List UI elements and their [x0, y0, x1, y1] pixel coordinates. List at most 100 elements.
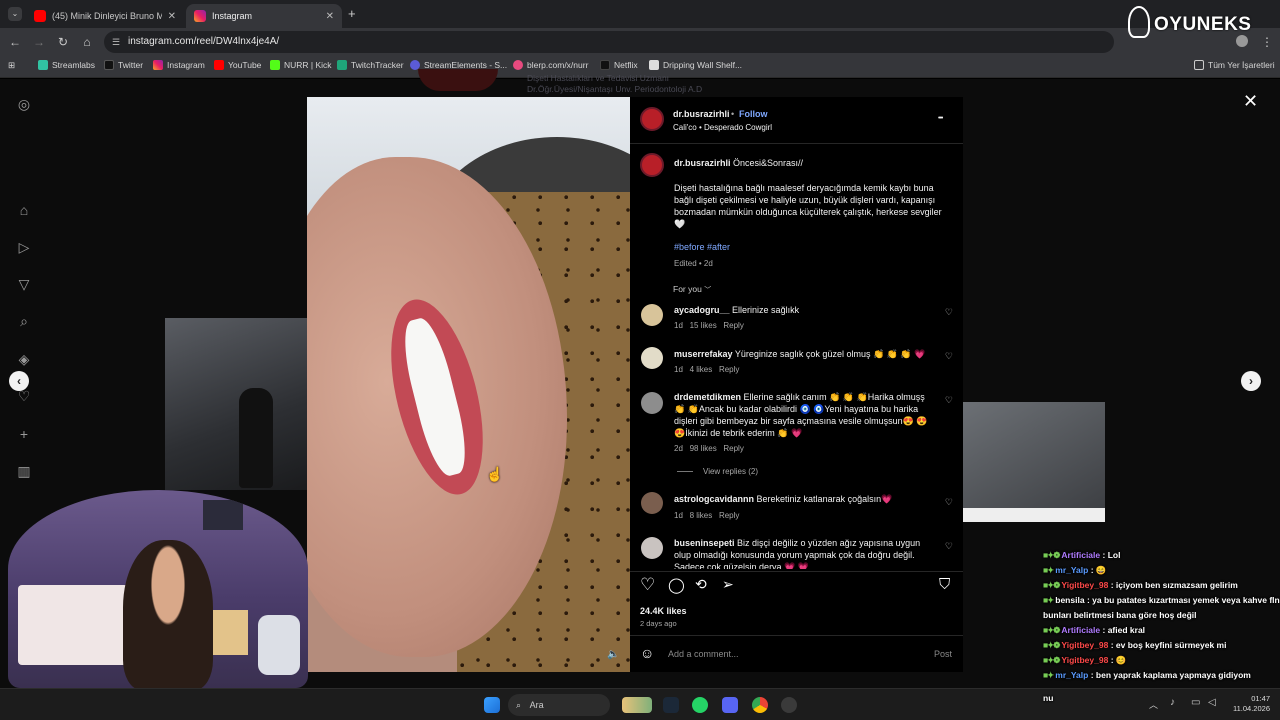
adjacent-reel-thumbnail[interactable] [165, 318, 307, 490]
back-icon[interactable]: ← [8, 35, 22, 49]
steam-icon[interactable] [663, 697, 679, 713]
close-icon[interactable]: ✕ [168, 11, 176, 22]
comment-avatar[interactable] [641, 492, 663, 514]
chat-username: Yigitbey_98 [1061, 640, 1109, 650]
save-bookmark-icon[interactable]: ⛉ [939, 576, 950, 593]
tab-instagram[interactable]: Instagram ✕ [186, 4, 342, 28]
windows-start-icon[interactable] [484, 697, 500, 713]
like-comment-icon[interactable]: ♡ [945, 395, 953, 406]
close-icon[interactable]: ✕ [1243, 91, 1258, 112]
mute-icon[interactable]: 🔈 [607, 649, 619, 660]
next-reel-button[interactable]: › [1241, 371, 1261, 391]
create-icon[interactable]: + [16, 426, 32, 442]
bookmark-netflix[interactable]: Netflix [600, 60, 638, 70]
audio-track[interactable]: Cali'co • Desperado Cowgirl [673, 122, 772, 134]
bookmark-label: Streamlabs [52, 60, 95, 70]
post-comment-button[interactable]: Post [934, 648, 952, 660]
reload-icon[interactable]: ↻ [56, 35, 70, 49]
tray-chevron-icon[interactable]: ︿ [1149, 698, 1158, 711]
like-comment-icon[interactable]: ♡ [945, 351, 953, 362]
emoji-icon[interactable]: ☺ [640, 645, 654, 661]
whatsapp-icon[interactable] [692, 697, 708, 713]
reply-button[interactable]: Reply [723, 321, 743, 330]
like-comment-icon[interactable]: ♡ [945, 307, 953, 318]
bookmark-blerp[interactable]: blerp.com/x/nurr [513, 60, 588, 70]
author-avatar[interactable] [640, 153, 664, 177]
share-icon[interactable]: ➢ [722, 576, 734, 593]
view-replies-button[interactable]: View replies (2) [677, 467, 758, 476]
new-tab-button[interactable]: + [348, 6, 356, 21]
apps-grid-icon[interactable]: ⊞ [8, 60, 15, 71]
bookmark-twitter[interactable]: Twitter [104, 60, 143, 70]
like-icon[interactable]: ♡ [640, 575, 655, 595]
author-avatar[interactable] [640, 107, 664, 131]
comment-likes[interactable]: 98 likes [690, 444, 717, 453]
previous-reel-button[interactable]: ‹ [9, 371, 29, 391]
like-comment-icon[interactable]: ♡ [945, 497, 953, 508]
comment-username[interactable]: astrologcavidannn [674, 494, 754, 504]
clock[interactable]: 01:47 11.04.2026 [1228, 694, 1270, 714]
instagram-logo-icon[interactable]: ◎ [16, 96, 32, 112]
reply-button[interactable]: Reply [723, 444, 743, 453]
author-username[interactable]: dr.busrazirhli [673, 108, 730, 120]
chat-username: bensila [1055, 595, 1085, 605]
reels-icon[interactable]: ▷ [16, 239, 32, 255]
more-options-icon[interactable]: ••• [938, 113, 943, 125]
address-bar[interactable]: ☰ instagram.com/reel/DW4lnx4je4A/ [104, 31, 1114, 53]
hashtags-link[interactable]: #before #after [674, 241, 730, 253]
obs-icon[interactable] [781, 697, 797, 713]
bookmark-shelf[interactable]: Dripping Wall Shelf... [649, 60, 742, 70]
comment-username[interactable]: buseninsepeti [674, 538, 735, 548]
explore-icon[interactable]: ◈ [16, 351, 32, 367]
bookmark-youtube[interactable]: YouTube [214, 60, 261, 70]
search-icon[interactable]: ⌕ [16, 313, 32, 329]
caption-username[interactable]: dr.busrazirhli [674, 158, 731, 168]
chat-text: : ben yaprak kaplama yapmaya gidiyom [1090, 670, 1251, 680]
filter-icon[interactable]: ▽ [16, 276, 32, 292]
microphone-icon[interactable]: ♪ [1170, 697, 1175, 708]
close-icon[interactable]: ✕ [326, 11, 334, 22]
all-bookmarks[interactable]: Tüm Yer İşaretleri [1194, 60, 1275, 70]
instagram-icon [153, 60, 163, 70]
network-icon[interactable]: ▭ [1191, 697, 1200, 708]
comment-avatar[interactable] [641, 304, 663, 326]
repost-icon[interactable]: ⟲ [695, 576, 707, 593]
comment-icon[interactable]: ◯ [668, 576, 685, 594]
comment-avatar[interactable] [641, 537, 663, 559]
add-comment-input[interactable]: Add a comment... [668, 648, 739, 660]
follow-button[interactable]: Follow [739, 108, 768, 120]
reel-video[interactable]: 🔈 [307, 97, 630, 672]
taskbar-widget-icon[interactable] [622, 697, 652, 713]
adjacent-reel-thumbnail[interactable] [963, 402, 1105, 522]
chat-message: nu [1043, 691, 1053, 706]
menu-kebab-icon[interactable]: ⋮ [1260, 35, 1274, 49]
reply-button[interactable]: Reply [719, 365, 739, 374]
chrome-icon[interactable] [752, 697, 768, 713]
discord-icon[interactable] [722, 697, 738, 713]
comment-avatar[interactable] [641, 392, 663, 414]
bookmark-kick[interactable]: NURR | Kick [270, 60, 332, 70]
bookmark-streamlabs[interactable]: Streamlabs [38, 60, 95, 70]
comment-username[interactable]: drdemetdikmen [674, 392, 741, 402]
dashboard-icon[interactable]: ▥ [16, 463, 32, 479]
taskbar-search[interactable]: ⌕ Ara [508, 694, 610, 716]
comment-likes[interactable]: 15 likes [690, 321, 717, 330]
bookmark-instagram[interactable]: Instagram [153, 60, 205, 70]
home-icon[interactable]: ⌂ [80, 35, 94, 49]
likes-count[interactable]: 24.4K likes [640, 605, 687, 617]
tab-search-icon[interactable]: ⌄ [8, 7, 22, 21]
comment-avatar[interactable] [641, 347, 663, 369]
site-info-icon[interactable]: ☰ [112, 31, 120, 53]
forward-icon[interactable]: → [32, 35, 46, 49]
bookmark-twitchtracker[interactable]: TwitchTracker [337, 60, 404, 70]
home-icon[interactable]: ⌂ [16, 202, 32, 218]
volume-icon[interactable]: ◁ [1208, 697, 1216, 708]
for-you-filter[interactable]: For you ﹀ [673, 283, 711, 297]
like-comment-icon[interactable]: ♡ [945, 541, 953, 552]
reply-button[interactable]: Reply [719, 511, 739, 520]
comment-likes[interactable]: 4 likes [690, 365, 713, 374]
tab-youtube[interactable]: (45) Minik Dinleyici Bruno Mars ✕ [26, 4, 184, 28]
comment-likes[interactable]: 8 likes [690, 511, 713, 520]
comment-username[interactable]: aycadogru__ [674, 305, 730, 315]
comment-username[interactable]: muserrefakay [674, 349, 733, 359]
